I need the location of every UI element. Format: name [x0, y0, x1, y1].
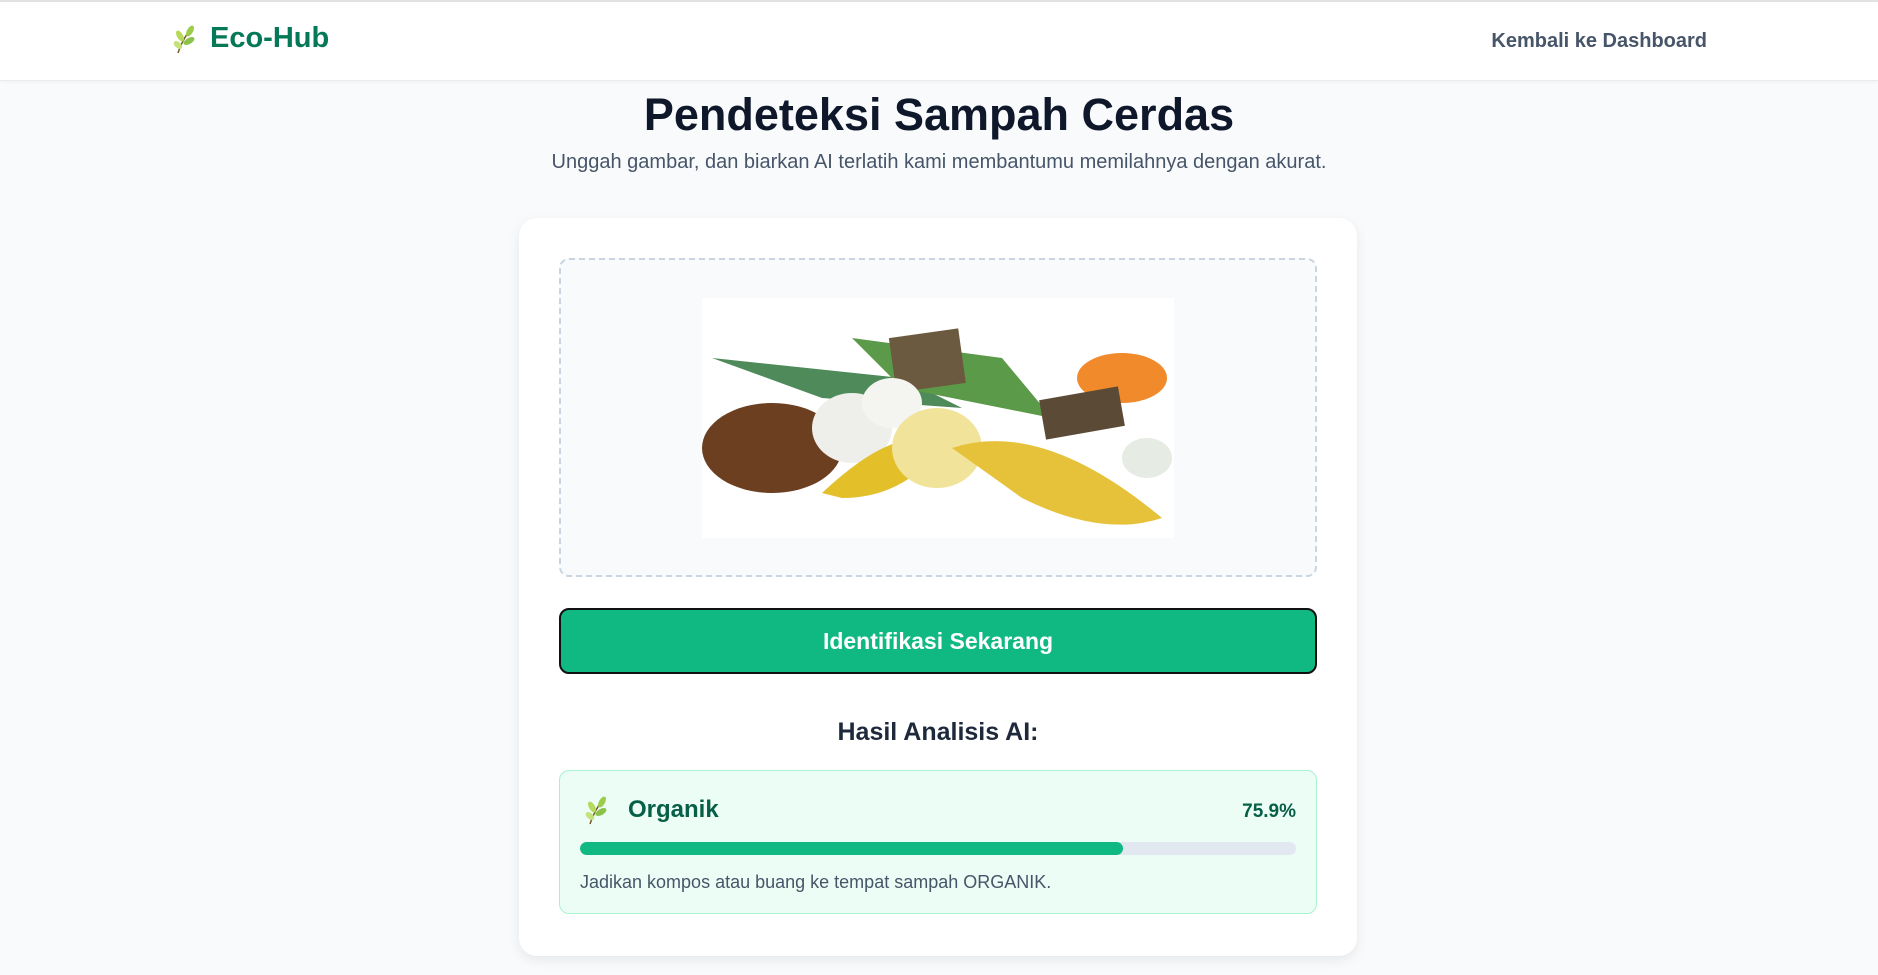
identify-button[interactable]: Identifikasi Sekarang	[559, 608, 1317, 674]
back-to-dashboard-link[interactable]: Kembali ke Dashboard	[1491, 30, 1707, 53]
herb-icon	[585, 796, 607, 825]
image-dropzone[interactable]	[559, 258, 1317, 577]
result-heading: Hasil Analisis AI:	[837, 718, 1039, 746]
confidence-percent: 75.9%	[1242, 801, 1296, 822]
herb-icon	[173, 25, 195, 53]
brand-logo[interactable]: Eco-Hub	[172, 22, 329, 55]
disposal-advice: Jadikan kompos atau buang ke tempat samp…	[580, 872, 1052, 892]
navbar: Eco-Hub Kembali ke Dashboard	[0, 2, 1878, 81]
brand-name: Eco-Hub	[210, 22, 330, 54]
confidence-bar-fill	[580, 842, 1124, 855]
confidence-bar	[580, 842, 1296, 855]
page-subtitle: Unggah gambar, dan biarkan AI terlatih k…	[551, 151, 1327, 173]
page-title: Pendeteksi Sampah Cerdas	[643, 89, 1235, 140]
detector-card: Identifikasi Sekarang Hasil Analisis AI:…	[519, 218, 1357, 956]
result-panel: Organik 75.9% Jadikan kompos atau buang …	[559, 770, 1317, 914]
uploaded-image-preview	[702, 298, 1174, 538]
result-category: Organik	[628, 796, 719, 823]
